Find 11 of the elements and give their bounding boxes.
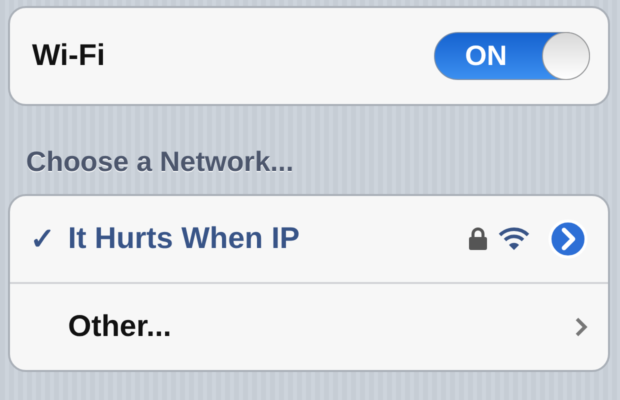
check-mark: ✓ bbox=[30, 222, 56, 257]
detail-disclosure-icon[interactable] bbox=[548, 219, 588, 259]
wifi-toggle[interactable]: ON bbox=[434, 32, 590, 80]
network-name: Other... bbox=[68, 310, 172, 344]
network-name: It Hurts When IP bbox=[68, 222, 300, 256]
wifi-label: Wi-Fi bbox=[32, 39, 106, 73]
chevron-icon bbox=[574, 316, 588, 338]
wifi-signal-icon bbox=[498, 227, 530, 251]
network-row[interactable]: ✓ It Hurts When IP bbox=[10, 196, 608, 284]
section-title: Choose a Network... bbox=[25, 145, 295, 179]
network-row[interactable]: Other... bbox=[10, 284, 608, 370]
